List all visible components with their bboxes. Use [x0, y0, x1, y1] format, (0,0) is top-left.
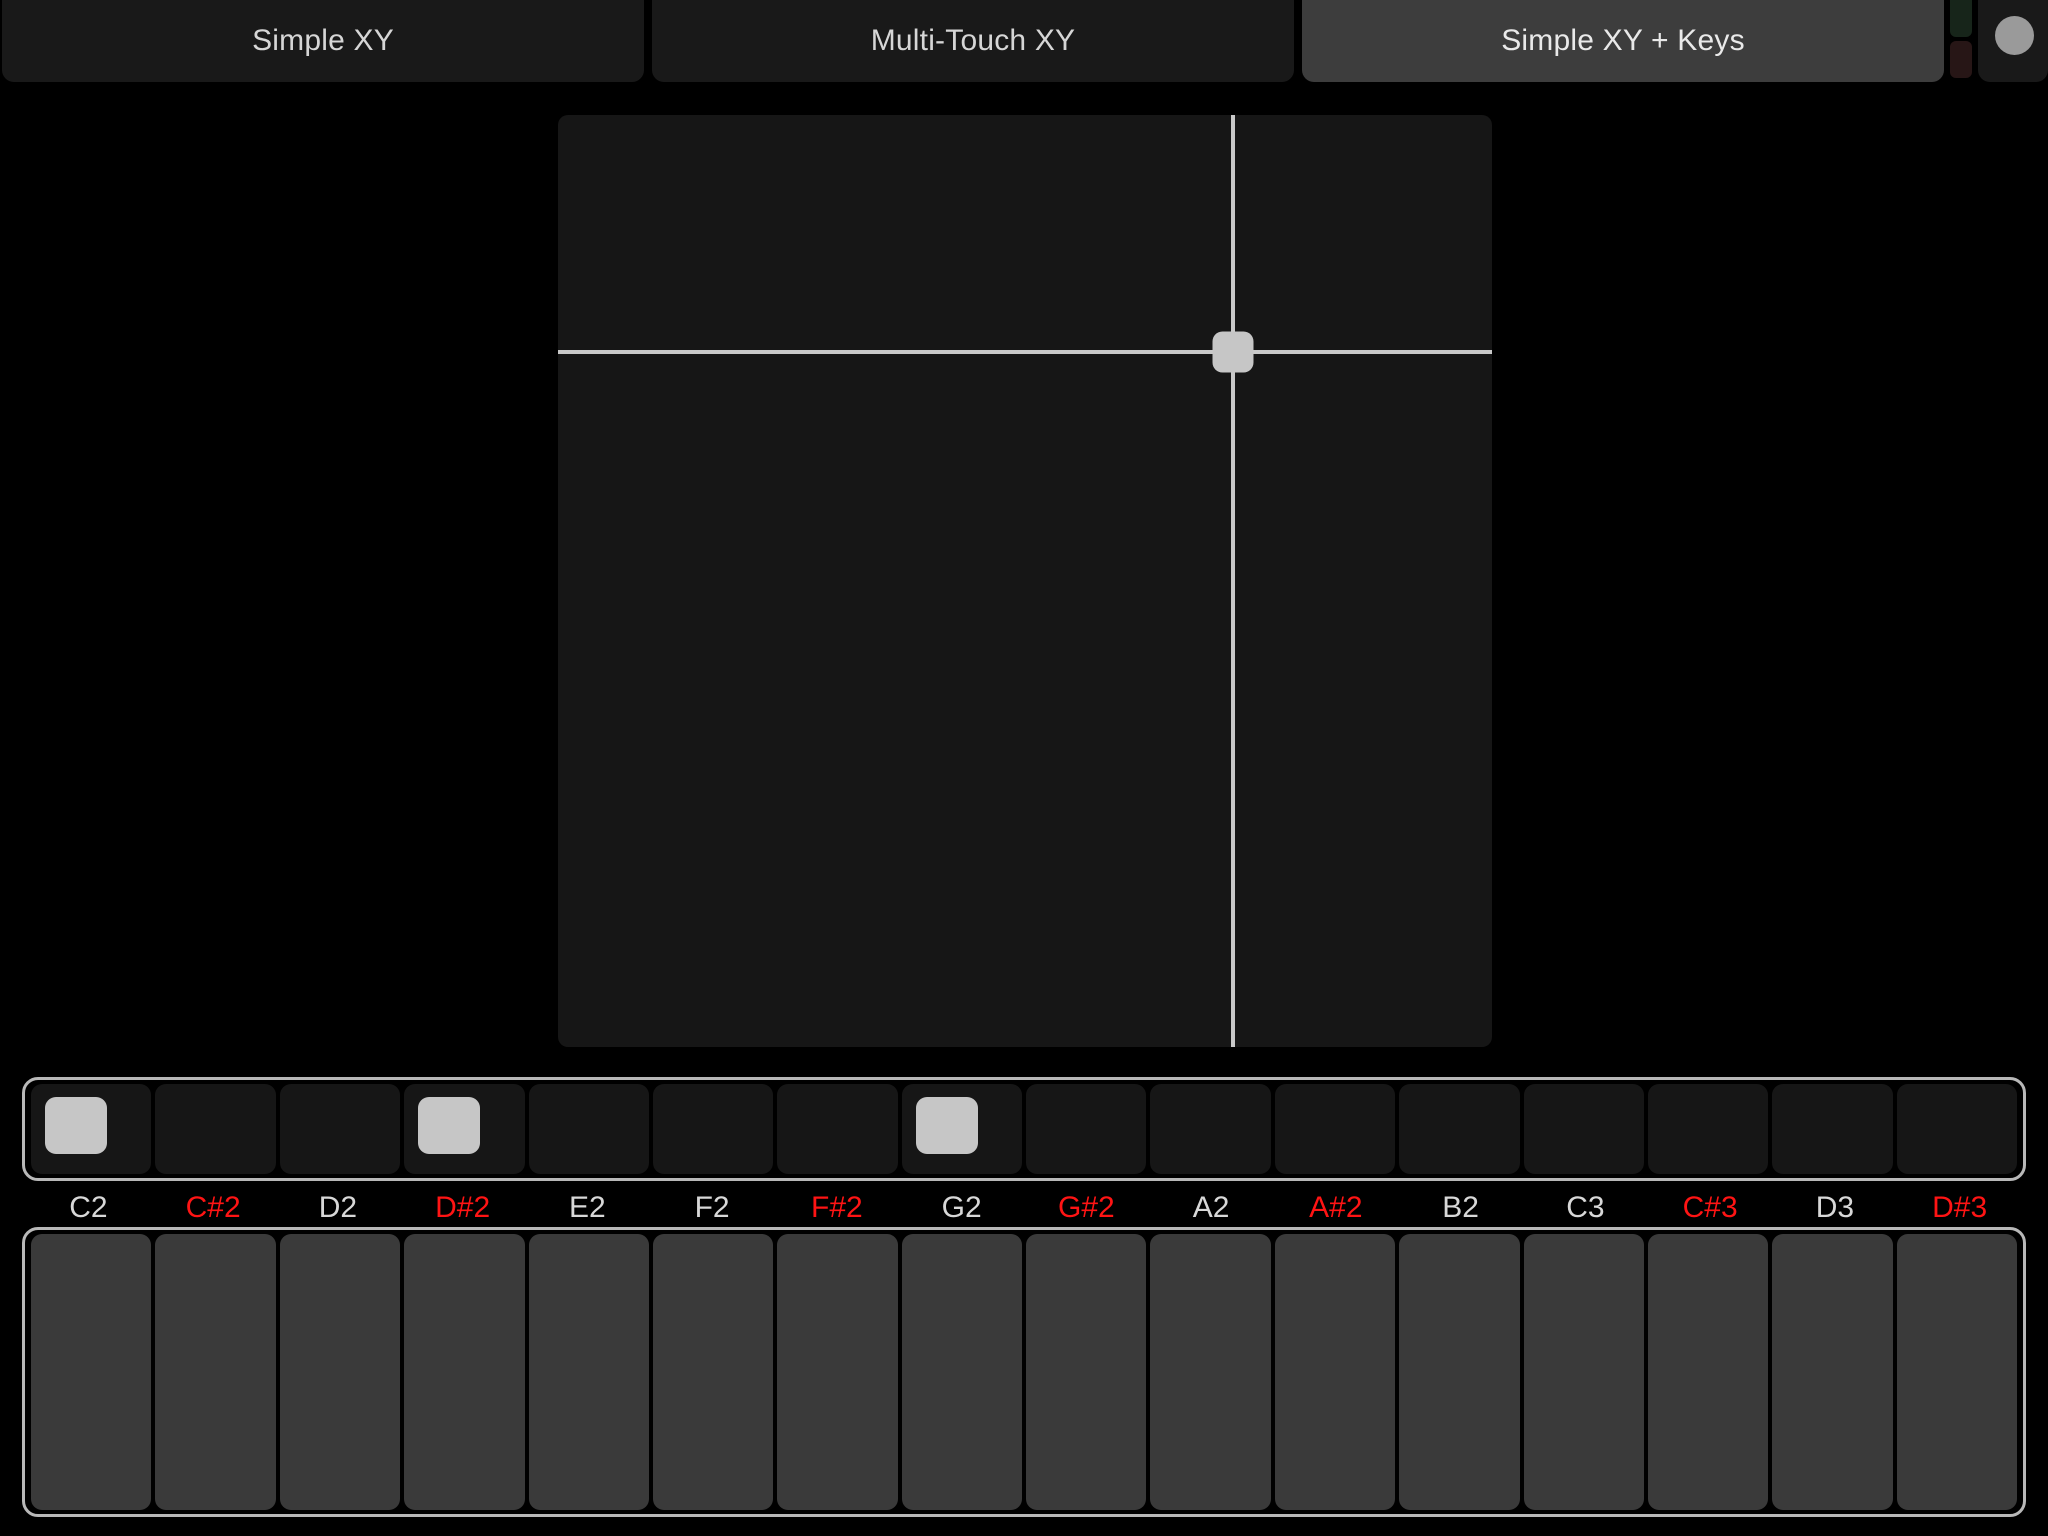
- tab-label: Simple XY + Keys: [1501, 24, 1745, 57]
- keyboard-key[interactable]: [1896, 1234, 2017, 1510]
- note-indicator-cell[interactable]: [279, 1084, 401, 1174]
- tab-multi-touch-xy[interactable]: Multi-Touch XY: [652, 0, 1294, 82]
- tab-label: Simple XY: [252, 24, 394, 57]
- keyboard-key[interactable]: [1647, 1234, 1769, 1510]
- keyboard-key[interactable]: [1772, 1234, 1893, 1510]
- keyboard-key[interactable]: [1026, 1234, 1147, 1510]
- settings-button[interactable]: [1978, 0, 2048, 82]
- note-indicator-cell[interactable]: [31, 1084, 152, 1174]
- keyboard-key[interactable]: [404, 1234, 525, 1510]
- note-indicator-cell[interactable]: [1026, 1084, 1147, 1174]
- xy-pad[interactable]: [558, 115, 1492, 1047]
- keyboard-key[interactable]: [1523, 1234, 1644, 1510]
- note-label: A2: [1192, 1191, 1230, 1224]
- note-label: D#2: [435, 1191, 491, 1224]
- note-label: G#2: [1058, 1191, 1115, 1224]
- note-active-indicator: [45, 1097, 107, 1154]
- note-label: D3: [1815, 1191, 1855, 1224]
- note-label-row: C2 C#2 D2 D#2 E2 F2 F#2 G2 G#2 A2 A#2 B2 C3 C#3 D3 D#3: [22, 1188, 2026, 1228]
- note-indicator-cell[interactable]: [1399, 1084, 1520, 1174]
- note-indicator-cell[interactable]: [1896, 1084, 2017, 1174]
- keyboard-key[interactable]: [528, 1234, 649, 1510]
- note-active-indicator: [418, 1097, 481, 1154]
- keyboard-key[interactable]: [1399, 1234, 1520, 1510]
- tab-simple-xy-keys[interactable]: Simple XY + Keys: [1302, 0, 1944, 82]
- xy-horizontal-crosshair: [558, 349, 1492, 354]
- note-label: C2: [69, 1191, 108, 1224]
- note-label: C3: [1566, 1191, 1605, 1224]
- midi-activity-leds: [1950, 0, 1972, 82]
- tab-bar: Simple XY Multi-Touch XY Simple XY + Keys: [0, 0, 2048, 82]
- note-active-indicator: [915, 1097, 978, 1154]
- keyboard-key[interactable]: [31, 1234, 152, 1510]
- keyboard-key[interactable]: [1150, 1234, 1271, 1510]
- keyboard-key[interactable]: [279, 1234, 401, 1510]
- xy-vertical-crosshair: [1231, 115, 1236, 1047]
- keyboard-key[interactable]: [155, 1234, 276, 1510]
- note-label: A#2: [1309, 1191, 1363, 1224]
- note-indicator-cell[interactable]: [1647, 1084, 1769, 1174]
- keyboard-key[interactable]: [652, 1234, 774, 1510]
- midi-in-led: [1950, 0, 1972, 37]
- note-label: D#3: [1932, 1191, 1988, 1224]
- note-indicator-cell[interactable]: [652, 1084, 774, 1174]
- note-indicator-cell[interactable]: [777, 1084, 898, 1174]
- note-indicator-cell[interactable]: [1523, 1084, 1644, 1174]
- note-label: D2: [318, 1191, 358, 1224]
- app-root: Simple XY Multi-Touch XY Simple XY + Keys …: [0, 0, 2048, 1536]
- note-label: G2: [941, 1191, 982, 1224]
- note-label: F2: [694, 1191, 730, 1224]
- note-label: C#2: [185, 1191, 241, 1224]
- note-label: B2: [1442, 1191, 1479, 1224]
- note-label: F#2: [811, 1191, 863, 1224]
- note-indicator-cell[interactable]: [1150, 1084, 1271, 1174]
- note-indicator-cell[interactable]: [1274, 1084, 1396, 1174]
- note-indicator-cell[interactable]: [155, 1084, 276, 1174]
- keyboard-row: [22, 1227, 2026, 1517]
- note-indicator-cell[interactable]: [404, 1084, 525, 1174]
- tab-label: Multi-Touch XY: [870, 24, 1076, 57]
- note-indicator-cell[interactable]: [1772, 1084, 1893, 1174]
- note-indicator-cell[interactable]: [528, 1084, 649, 1174]
- circle-icon: [1995, 16, 2034, 55]
- note-indicator-cell[interactable]: [901, 1084, 1022, 1174]
- note-label: C#3: [1682, 1191, 1738, 1224]
- midi-out-led: [1950, 41, 1972, 78]
- keyboard-key[interactable]: [1274, 1234, 1396, 1510]
- note-indicator-row: [22, 1077, 2026, 1181]
- xy-cursor-handle[interactable]: [1212, 331, 1254, 373]
- keyboard-key[interactable]: [901, 1234, 1022, 1510]
- keyboard-key[interactable]: [777, 1234, 898, 1510]
- tab-simple-xy[interactable]: Simple XY: [2, 0, 644, 82]
- note-label: E2: [569, 1191, 606, 1224]
